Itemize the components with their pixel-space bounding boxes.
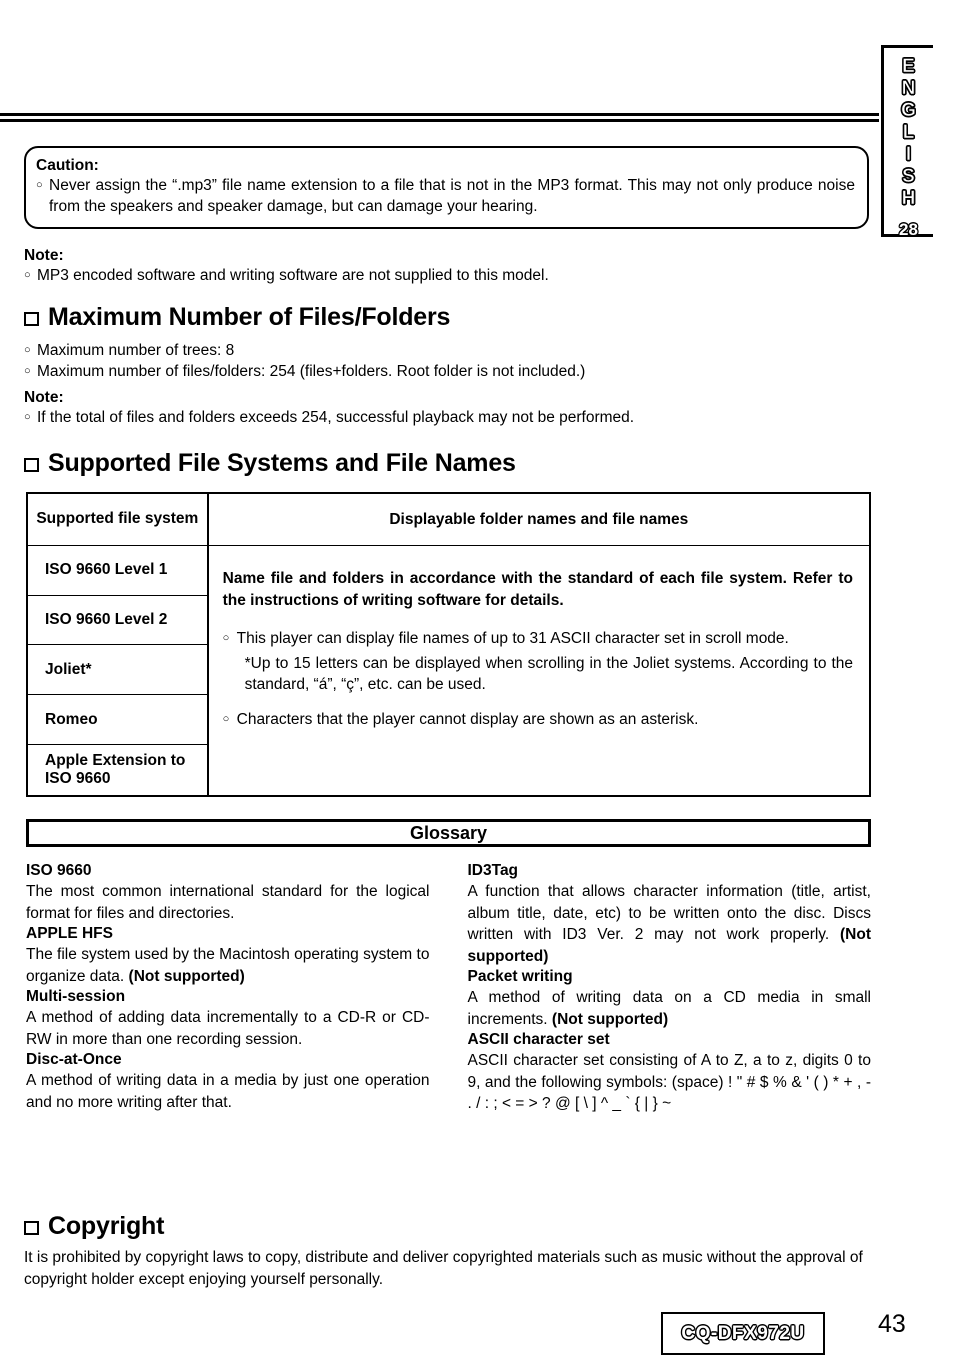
copyright-body-text: It is prohibited by copyright laws to co… — [24, 1249, 863, 1288]
side-tab-language-label: ENGLISH — [898, 56, 920, 211]
glossary-definition: The file system used by the Macintosh op… — [26, 944, 430, 987]
note-1-text: MP3 encoded software and writing softwar… — [37, 267, 549, 284]
circle-bullet-icon: ○ — [24, 365, 31, 377]
section-heading-copyright-label: Copyright — [48, 1212, 165, 1240]
glossary-title-bar: Glossary — [26, 819, 871, 847]
caution-text: Never assign the “.mp3” file name extens… — [49, 177, 855, 215]
note-block-2: Note: ○ If the total of files and folder… — [24, 388, 874, 428]
max-files-list: ○ Maximum number of trees: 8 ○ Maximum n… — [24, 340, 874, 382]
glossary-definition-text: ASCII character set consisting of A to Z… — [467, 1052, 872, 1112]
glossary-entry: ASCII character set ASCII character set … — [468, 1030, 872, 1115]
table-row: Romeo — [28, 695, 207, 746]
caution-bullet-item: ○ Never assign the “.mp3” file name exte… — [36, 175, 855, 217]
glossary-definition-suffix: (Not supported) — [128, 967, 245, 985]
glossary-definition: A method of adding data incrementally to… — [26, 1007, 430, 1050]
side-tab-number: 28 — [899, 220, 918, 239]
open-square-bullet-icon — [24, 457, 39, 472]
max-files-item-1: Maximum number of files/folders: 254 (fi… — [37, 363, 586, 380]
note-1-bullet-item: ○ MP3 encoded software and writing softw… — [24, 265, 874, 286]
glossary-term: ISO 9660 — [26, 862, 92, 879]
table-column-file-system: Supported file system ISO 9660 Level 1 I… — [28, 494, 209, 795]
caution-title: Caution: — [36, 157, 99, 174]
section-heading-file-systems: Supported File Systems and File Names — [24, 450, 516, 477]
table-bullet-item: ○ Characters that the player cannot disp… — [223, 709, 853, 730]
glossary-entry: Multi-session A method of adding data in… — [26, 987, 430, 1050]
manual-page: ENGLISH 28 Caution: ○ Never assign the “… — [0, 0, 954, 1355]
table-row: Apple Extension to ISO 9660 — [45, 752, 186, 788]
table-bold-paragraph: Name file and folders in accordance with… — [222, 570, 853, 609]
table-bullet-2-text: Characters that the player cannot displa… — [236, 711, 699, 728]
circle-bullet-icon: ○ — [24, 269, 31, 281]
table-row: ISO 9660 Level 1 — [28, 546, 207, 596]
note-2-bullet-item: ○ If the total of files and folders exce… — [24, 407, 874, 428]
table-body-cell: Name file and folders in accordance with… — [209, 546, 869, 795]
section-heading-file-systems-label: Supported File Systems and File Names — [48, 449, 516, 477]
circle-bullet-icon: ○ — [24, 411, 31, 423]
section-heading-max-files: Maximum Number of Files/Folders — [24, 304, 450, 331]
table-bullet-item: ○ This player can display file names of … — [223, 628, 853, 649]
glossary-columns: ISO 9660 The most common international s… — [26, 861, 871, 1115]
open-square-bullet-icon — [24, 311, 39, 326]
table-header-cell: Displayable folder names and file names — [208, 494, 869, 546]
glossary-definition-text: A method of adding data incrementally to… — [26, 1009, 430, 1048]
section-heading-max-files-label: Maximum Number of Files/Folders — [48, 303, 451, 331]
note-1-title: Note: — [24, 247, 64, 264]
list-item: ○ Maximum number of trees: 8 — [24, 340, 874, 361]
model-number-label: CQ-DFX972U — [681, 1322, 805, 1344]
note-2-title: Note: — [24, 389, 64, 406]
glossary-term: ID3Tag — [467, 862, 519, 879]
glossary-definition-text: A method of writing data in a media by j… — [26, 1072, 430, 1111]
header-double-rule — [0, 113, 879, 122]
glossary-term: Multi-session — [26, 988, 126, 1005]
circle-bullet-icon: ○ — [24, 344, 31, 356]
glossary-definition-text: A method of writing data on a CD media i… — [467, 989, 872, 1028]
table-row: ISO 9660 Level 2 — [28, 596, 207, 646]
glossary-definition: ASCII character set consisting of A to Z… — [468, 1050, 872, 1115]
glossary-term: APPLE HFS — [26, 925, 113, 942]
glossary-entry: APPLE HFS The file system used by the Ma… — [26, 924, 430, 987]
glossary-entry: ID3Tag A function that allows character … — [468, 861, 872, 967]
glossary-entry: ISO 9660 The most common international s… — [26, 861, 430, 924]
glossary-entry: Packet writing A method of writing data … — [468, 967, 872, 1030]
open-square-bullet-icon — [24, 1220, 39, 1235]
circle-bullet-icon: ○ — [222, 713, 230, 725]
language-side-tab: ENGLISH 28 — [881, 45, 933, 239]
caution-box: Caution: ○ Never assign the “.mp3” file … — [24, 146, 869, 229]
glossary-definition: A method of writing data in a media by j… — [26, 1070, 430, 1113]
section-heading-copyright: Copyright — [24, 1213, 164, 1240]
model-number-box: CQ-DFX972U — [661, 1312, 825, 1355]
glossary-definition-text: The most common international standard f… — [26, 883, 430, 922]
glossary-term: ASCII character set — [467, 1031, 610, 1048]
glossary-term: Packet writing — [467, 968, 573, 985]
glossary-definition: A method of writing data on a CD media i… — [468, 987, 872, 1030]
glossary-definition: The most common international standard f… — [26, 881, 430, 924]
table-header-cell: Supported file system — [28, 494, 207, 546]
page-number: 43 — [878, 1310, 906, 1338]
glossary-left-column: ISO 9660 The most common international s… — [26, 861, 430, 1115]
glossary-definition-suffix: (Not supported) — [551, 1010, 669, 1028]
table-bullet-1-text: This player can display file names of up… — [236, 630, 789, 647]
glossary-entry: Disc-at-Once A method of writing data in… — [26, 1050, 430, 1113]
glossary-definition-text: A function that allows character informa… — [467, 883, 872, 943]
max-files-item-0: Maximum number of trees: 8 — [37, 342, 235, 359]
supported-file-systems-table: Supported file system ISO 9660 Level 1 I… — [26, 492, 871, 797]
glossary-term: Disc-at-Once — [26, 1051, 122, 1068]
table-bullet-1-subtext: *Up to 15 letters can be displayed when … — [244, 655, 853, 693]
table-row: Joliet* — [28, 645, 207, 696]
note-block-1: Note: ○ MP3 encoded software and writing… — [24, 246, 874, 286]
circle-bullet-icon: ○ — [36, 179, 43, 191]
table-column-displayable-names: Displayable folder names and file names … — [208, 494, 869, 795]
list-item: ○ Maximum number of files/folders: 254 (… — [24, 361, 874, 382]
glossary-right-column: ID3Tag A function that allows character … — [468, 861, 872, 1115]
note-2-text: If the total of files and folders exceed… — [37, 409, 635, 426]
glossary-title: Glossary — [409, 823, 488, 843]
glossary-definition: A function that allows character informa… — [468, 881, 872, 967]
circle-bullet-icon: ○ — [222, 632, 230, 644]
